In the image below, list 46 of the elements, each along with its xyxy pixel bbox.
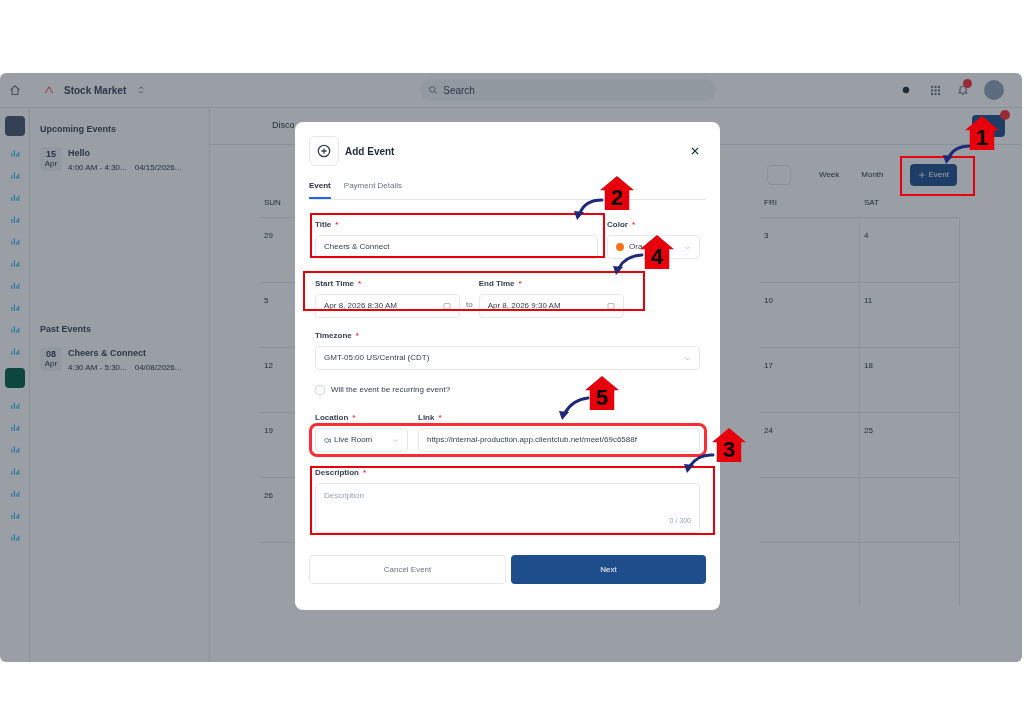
event-title: Hello xyxy=(68,146,91,160)
day-number: 17 xyxy=(764,361,773,370)
day-number: 18 xyxy=(864,361,873,370)
event-time: 4:30 AM - 5:30... xyxy=(68,362,127,374)
field-label: End Time xyxy=(478,278,515,290)
event-date: 04/08/2026... xyxy=(134,362,182,374)
separator-text: to xyxy=(466,299,473,311)
required-mark: * xyxy=(363,467,367,479)
field-label: Timezone xyxy=(315,330,352,342)
field-label: Description xyxy=(315,467,359,479)
dialog-title: Add Event xyxy=(345,144,395,159)
day-number: 24 xyxy=(764,426,773,435)
required-mark: * xyxy=(335,219,339,231)
required-mark: * xyxy=(518,278,522,290)
field-label: Color xyxy=(607,219,628,231)
weekday-header: FRI xyxy=(763,197,778,209)
event-date: 04/15/2026... xyxy=(134,162,182,174)
workspace-name: Stock Market xyxy=(64,83,127,98)
day-number: 12 xyxy=(264,361,273,370)
event-title: Cheers & Connect xyxy=(68,346,148,360)
checkbox-label: Will the event be recurring event? xyxy=(331,384,451,396)
required-mark: * xyxy=(631,219,635,231)
day-number: 4 xyxy=(864,231,869,240)
day-number: 10 xyxy=(764,296,773,305)
day-number: 26 xyxy=(264,491,273,500)
section-heading: Past Events xyxy=(40,323,93,336)
field-label: Link xyxy=(418,412,435,424)
field-label: Title xyxy=(315,219,332,231)
day-number: 25 xyxy=(864,426,873,435)
field-label: Location xyxy=(315,412,349,424)
date-badge: 08 Apr xyxy=(40,346,62,371)
required-mark: * xyxy=(352,412,356,424)
day-number: 19 xyxy=(264,426,273,435)
day-number: 5 xyxy=(264,296,269,305)
required-mark: * xyxy=(355,330,359,342)
day-number: 11 xyxy=(864,296,873,305)
required-mark: * xyxy=(438,412,442,424)
day-number: 29 xyxy=(264,231,273,240)
section-heading: Upcoming Events xyxy=(40,123,117,136)
date-badge: 15 Apr xyxy=(40,146,62,171)
weekday-header: SUN xyxy=(263,197,282,209)
required-mark: * xyxy=(358,278,362,290)
day-number: 3 xyxy=(764,231,769,240)
event-time: 4:00 AM - 4:30... xyxy=(68,162,127,174)
field-label: Start Time xyxy=(315,278,354,290)
weekday-header: SAT xyxy=(863,197,880,209)
